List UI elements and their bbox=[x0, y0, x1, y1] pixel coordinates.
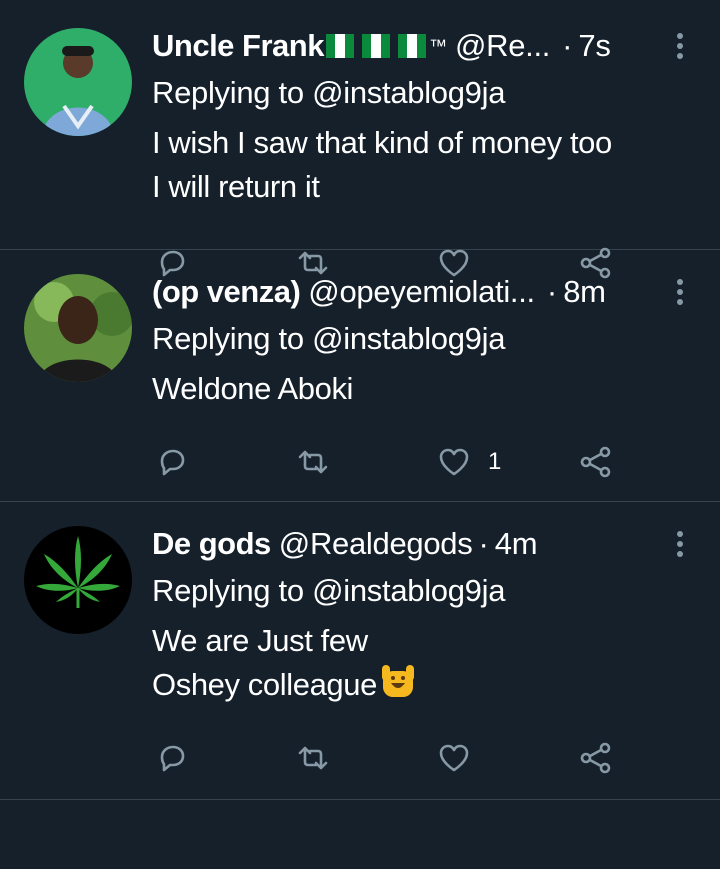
nigeria-flag-icon bbox=[325, 34, 354, 58]
separator-dot: · bbox=[478, 526, 489, 561]
heart-icon bbox=[439, 448, 469, 476]
timestamp[interactable]: 8m bbox=[563, 274, 606, 310]
heart-icon bbox=[439, 744, 469, 772]
display-name[interactable]: (op venza) bbox=[152, 274, 301, 310]
trademark-symbol: ™ bbox=[428, 35, 447, 56]
tweet-header: De gods @Realdegods · 4m bbox=[152, 524, 700, 564]
tweet[interactable]: Uncle Frank ™ @Re... · 7s Replying to @i… bbox=[0, 0, 720, 279]
more-vertical-icon[interactable] bbox=[660, 278, 700, 308]
tweet-text-line: Oshey colleague bbox=[152, 667, 377, 702]
reply-icon bbox=[160, 745, 185, 772]
retweet-button[interactable] bbox=[297, 738, 329, 778]
share-icon bbox=[580, 742, 611, 774]
tweet-actions bbox=[152, 738, 622, 778]
like-button[interactable] bbox=[438, 738, 488, 778]
avatar[interactable] bbox=[24, 28, 132, 136]
like-count: 1 bbox=[488, 448, 502, 475]
tweet-header: (op venza) @opeyemiolati... · 8m bbox=[152, 272, 700, 312]
reply-button[interactable] bbox=[156, 442, 188, 482]
more-vertical-icon[interactable] bbox=[660, 32, 700, 62]
reply-button[interactable] bbox=[156, 738, 188, 778]
replying-to[interactable]: Replying to @instablog9ja bbox=[152, 75, 700, 111]
share-button[interactable] bbox=[580, 442, 612, 482]
replying-to[interactable]: Replying to @instablog9ja bbox=[152, 321, 700, 357]
avatar[interactable] bbox=[24, 274, 132, 382]
tweet[interactable]: De gods @Realdegods · 4m Replying to @in… bbox=[0, 502, 720, 800]
tweet-text-line: Weldone Aboki bbox=[152, 371, 354, 406]
handle[interactable]: @Re... bbox=[455, 28, 550, 64]
raising-hands-emoji bbox=[379, 665, 417, 699]
more-vertical-icon[interactable] bbox=[660, 530, 700, 560]
share-icon bbox=[580, 446, 611, 478]
display-name[interactable]: Uncle Frank bbox=[152, 28, 324, 64]
tweet-text: I wish I saw that kind of money too I wi… bbox=[152, 121, 700, 209]
tweet-header: Uncle Frank ™ @Re... · 7s bbox=[152, 26, 700, 66]
separator-dot: · bbox=[562, 28, 573, 63]
retweet-icon bbox=[298, 746, 328, 770]
reply-icon bbox=[160, 449, 185, 476]
tweet-actions: 1 bbox=[152, 442, 622, 482]
tweet-text-line: We are Just few bbox=[152, 623, 368, 658]
tweet-text: We are Just few Oshey colleague bbox=[152, 619, 700, 707]
separator-dot: · bbox=[546, 274, 558, 309]
display-name[interactable]: De gods bbox=[152, 526, 271, 562]
cannabis-leaf-icon bbox=[24, 526, 132, 634]
tweet-text-line: I will return it bbox=[152, 169, 320, 204]
timestamp[interactable]: 4m bbox=[495, 526, 538, 562]
tweet[interactable]: (op venza) @opeyemiolati... · 8m Replyin… bbox=[0, 250, 720, 502]
timestamp[interactable]: 7s bbox=[578, 28, 610, 64]
tweet-text-line: I wish I saw that kind of money too bbox=[152, 125, 612, 160]
handle[interactable]: @opeyemiolati... bbox=[308, 274, 535, 310]
replying-to[interactable]: Replying to @instablog9ja bbox=[152, 573, 700, 609]
nigeria-flag-icon bbox=[361, 34, 390, 58]
nigeria-flag-icon bbox=[397, 34, 426, 58]
like-button[interactable]: 1 bbox=[438, 442, 501, 482]
avatar[interactable] bbox=[24, 526, 132, 634]
retweet-icon bbox=[298, 450, 328, 474]
share-button[interactable] bbox=[580, 738, 612, 778]
handle[interactable]: @Realdegods bbox=[279, 526, 473, 562]
tweet-text-line-with-emoji: Oshey colleague bbox=[152, 663, 700, 707]
tweet-text: Weldone Aboki bbox=[152, 367, 700, 411]
retweet-button[interactable] bbox=[297, 442, 329, 482]
